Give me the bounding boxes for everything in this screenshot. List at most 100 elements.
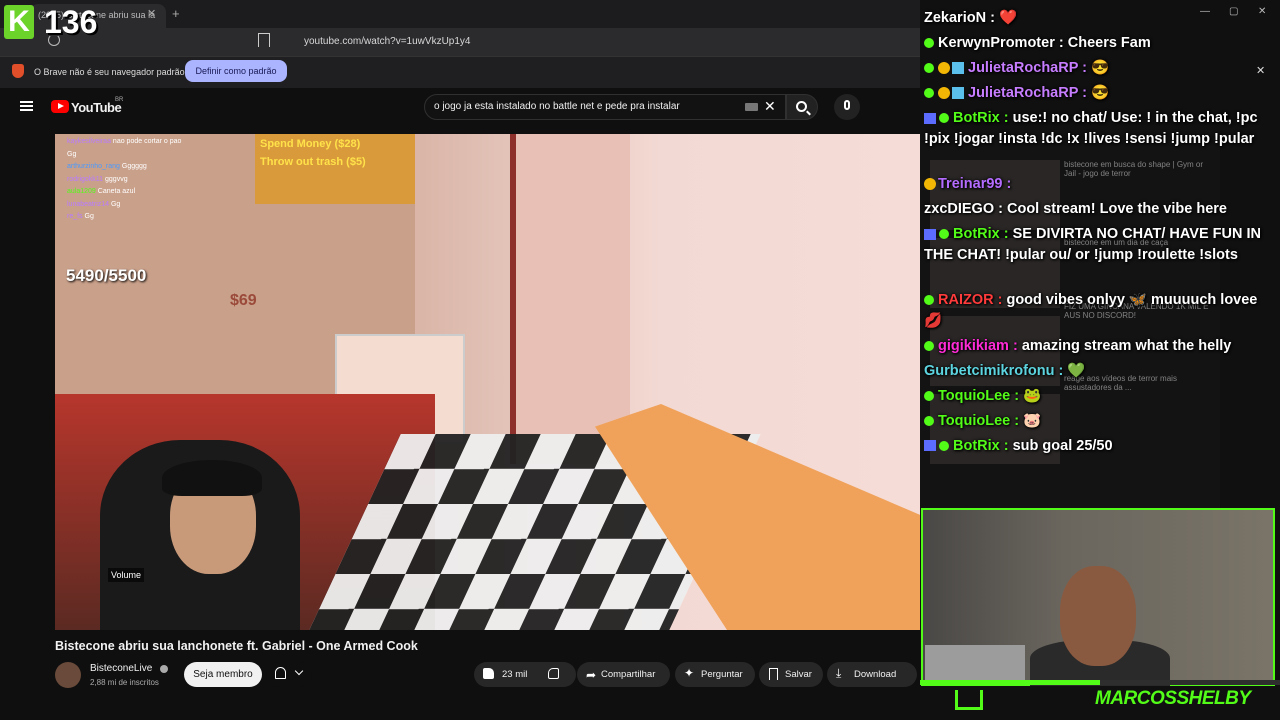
chat-emote-icon: 🐷 — [1023, 412, 1042, 429]
sparkle-icon[interactable]: ✦ — [684, 666, 694, 680]
video-chat-line: re_fs Gg — [67, 213, 94, 220]
verified-badge-icon — [924, 295, 934, 306]
video-title: Bistecone abriu sua lanchonete ft. Gabri… — [55, 639, 418, 653]
chat-username: BotRix : — [953, 226, 1013, 242]
bell-icon[interactable] — [275, 667, 286, 679]
chat-username: JulietaRochaRP : — [968, 85, 1092, 101]
download-icon[interactable]: ⤓ — [836, 666, 841, 681]
brave-shield-icon — [12, 64, 24, 78]
join-button[interactable]: Seja membro — [184, 662, 262, 687]
video-chat-user: rodrigokk11 — [67, 175, 106, 183]
microphone-icon[interactable] — [844, 100, 850, 110]
chat-text: Cheers Fam — [1067, 35, 1151, 51]
chat-username: zxcDIEGO : — [924, 201, 1007, 217]
chat-username: KerwynPromoter : — [938, 35, 1068, 51]
chat-username: ZekarioN : — [924, 10, 999, 26]
bot-badge-icon — [924, 112, 936, 124]
volume-tooltip: Volume — [108, 568, 145, 582]
kick-logo: K — [4, 5, 34, 39]
chat-username: Gurbetcimikrofonu : — [924, 362, 1068, 379]
save-icon[interactable] — [769, 668, 778, 680]
chat-emote-icon: 😎 — [1091, 85, 1110, 101]
chat-username: BotRix : — [953, 437, 1013, 454]
sub-goal-fill — [920, 680, 1100, 685]
video-chat-line: aula1209 Caneta azul — [67, 188, 135, 195]
crown-badge-icon — [924, 178, 936, 191]
video-chat-line: rodrigokk11 gggvvg — [67, 176, 128, 183]
chat-message: JulietaRochaRP : 😎 — [924, 83, 1278, 104]
chat-username: JulietaRochaRP : — [968, 60, 1092, 76]
chat-username: Treinar99 : — [938, 176, 1012, 192]
verified-badge-icon — [924, 340, 934, 351]
bot-badge-icon — [924, 228, 936, 240]
gift-badge-icon — [952, 87, 964, 100]
chat-message: RAIZOR : good vibes onlyy 🦋 muuuuch love… — [924, 290, 1278, 331]
video-chat-user: re_fs — [67, 213, 85, 220]
bookmark-icon[interactable] — [258, 33, 270, 47]
stream-chat: ZekarioN : ❤️ KerwynPromoter : Cheers Fam… — [922, 6, 1278, 506]
video-chat-user: aula1209 — [67, 188, 98, 195]
chat-message: Gurbetcimikrofonu : 💚 — [924, 361, 1278, 382]
new-tab-icon[interactable]: + — [172, 6, 180, 21]
video-chat-message: gggvvg — [105, 175, 128, 183]
youtube-logo-icon[interactable] — [51, 100, 69, 113]
search-query[interactable]: o jogo ja esta instalado no battle net e… — [434, 101, 680, 112]
like-count: 23 mil — [502, 669, 528, 680]
verified-badge-icon — [924, 63, 934, 74]
chat-emote-icon: 😎 — [1091, 60, 1110, 76]
video-chat-user: kaykesilveiraa — [67, 138, 113, 145]
search-icon[interactable] — [796, 101, 807, 112]
verified-badge-icon — [924, 88, 934, 99]
subscriber-count: 2,88 mi de inscritos — [90, 678, 159, 687]
verified-badge-icon — [924, 390, 934, 401]
chat-text: amazing stream what the helly — [1021, 337, 1232, 354]
infobar-text: O Brave não é seu navegador padrão — [34, 67, 185, 77]
chat-message: BotRix : sub goal 25/50 — [924, 436, 1278, 457]
gift-badge-icon — [952, 62, 964, 75]
facecam-headset — [162, 460, 262, 496]
tab-close-icon[interactable]: ✕ — [147, 7, 156, 20]
keyboard-icon[interactable] — [745, 103, 758, 111]
game-score: 5490/5500 — [66, 266, 147, 285]
menu-icon[interactable] — [20, 101, 33, 111]
chat-username: RAIZOR : — [938, 292, 1007, 308]
channel-avatar[interactable] — [55, 662, 81, 688]
chat-username: BotRix : — [953, 110, 1013, 126]
verified-badge-icon — [924, 38, 934, 49]
game-task-1: Spend Money ($28) — [260, 138, 361, 150]
notification-bell-button[interactable] — [266, 662, 312, 687]
video-chat-message: nao pode cortar o pao — [112, 138, 182, 145]
thumbs-up-icon[interactable] — [483, 668, 494, 679]
bot-badge-icon — [924, 440, 936, 452]
share-icon[interactable]: ➦ — [586, 668, 596, 682]
url-field[interactable]: youtube.com/watch?v=1uwVkzUp1y4 — [286, 32, 906, 52]
chat-text: sub goal 25/50 — [1012, 437, 1113, 454]
chat-message: Treinar99 : — [924, 174, 1278, 195]
verified-badge-icon — [939, 229, 949, 240]
video-chat-line: Gg — [67, 151, 76, 158]
clear-search-icon[interactable]: ✕ — [764, 98, 776, 115]
video-chat-line: arthurzinho_rang Gggggg — [67, 163, 147, 170]
channel-name[interactable]: BisteconeLive — [90, 663, 152, 674]
chat-message: ToquioLee : 🐷 — [924, 411, 1278, 432]
chat-message: gigikikiam : amazing stream what the hel… — [924, 336, 1278, 357]
verified-badge-icon — [939, 440, 949, 451]
game-price: $69 — [230, 292, 257, 309]
facecam-face — [1060, 566, 1136, 666]
chat-emote-icon: 🐸 — [1023, 387, 1042, 404]
region-code: BR — [115, 97, 124, 103]
game-door — [510, 134, 630, 464]
chat-username: gigikikiam : — [938, 337, 1022, 354]
verified-badge-icon — [924, 415, 934, 426]
set-default-button[interactable]: Definir como padrão — [185, 60, 287, 82]
chat-message: KerwynPromoter : Cheers Fam — [924, 33, 1278, 54]
video-chat-user: arthurzinho_rang — [67, 163, 122, 170]
game-task-2: Throw out trash ($5) — [260, 156, 366, 168]
streamer-name: MARCOSSHELBY — [1095, 688, 1251, 709]
thumbs-down-icon[interactable] — [548, 668, 559, 679]
video-chat-line: kaykesilveiraa nao pode cortar o pao — [67, 138, 181, 145]
video-chat-message: Caneta azul — [97, 188, 136, 195]
video-chat-message: Gggggg — [121, 163, 147, 170]
chat-text: Cool stream! Love the vibe here — [1007, 201, 1227, 217]
youtube-logo-text[interactable]: YouTube — [71, 100, 122, 115]
